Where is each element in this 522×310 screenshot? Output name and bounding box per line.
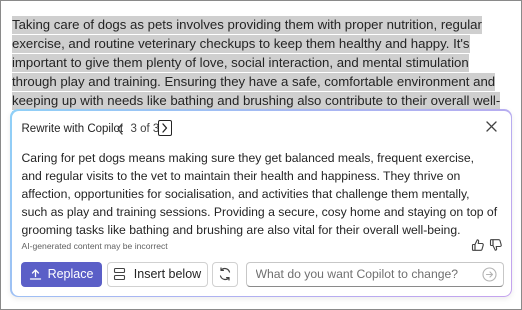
thumbs-up-icon [471,238,484,251]
ai-disclaimer: AI-generated content may be incorrect [21,240,168,251]
close-icon [486,121,497,132]
word-document-window: Taking care of dogs as pets involves pro… [0,0,522,310]
copilot-prompt-input[interactable] [255,265,474,283]
copilot-prompt-box [245,261,504,287]
suggestion-counter: 3 of 3 [130,122,160,135]
copilot-rewrite-panel-body: Rewrite with Copilot 3 of 3 Caring for p… [11,110,511,296]
chevron-left-icon [116,122,123,135]
previous-suggestion-button[interactable] [113,119,127,139]
panel-title: Rewrite with Copilot [21,122,124,135]
replace-arrow-icon [29,268,41,280]
regenerate-icon [219,267,230,281]
insert-below-button-label: Insert below [133,267,202,281]
send-button[interactable] [481,266,497,282]
insert-below-icon [113,267,125,281]
thumbs-down-icon [489,238,502,251]
send-arrow-icon [481,266,497,282]
rewrite-suggestion-text: Caring for pet dogs means making sure th… [21,150,498,237]
thumbs-up-button[interactable] [471,238,485,252]
replace-button-label: Replace [47,267,94,281]
regenerate-button[interactable] [211,261,238,287]
thumbs-down-button[interactable] [489,238,503,252]
replace-button[interactable]: Replace [20,261,102,287]
chevron-right-icon [162,122,168,133]
insert-below-button[interactable]: Insert below [106,261,208,287]
close-button[interactable] [485,120,499,134]
copilot-rewrite-panel: Rewrite with Copilot 3 of 3 Caring for p… [10,109,512,297]
next-suggestion-button[interactable] [157,119,172,136]
